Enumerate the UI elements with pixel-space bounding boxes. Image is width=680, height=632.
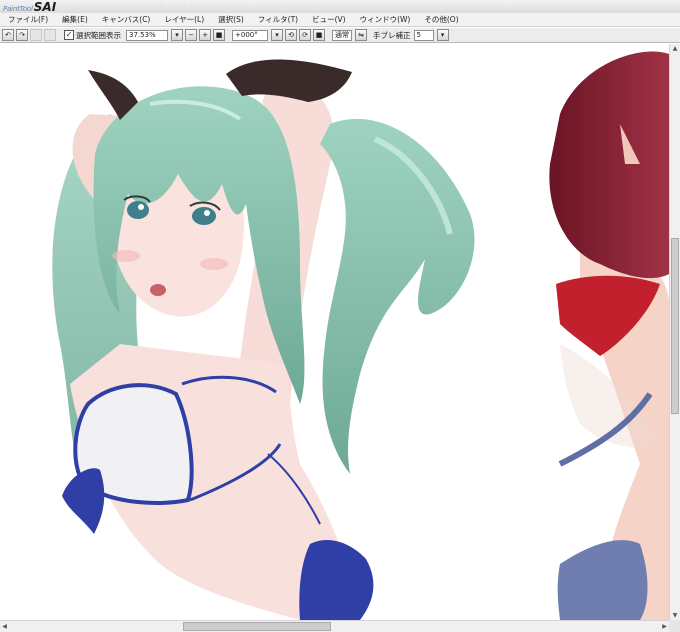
- invert-selection-button[interactable]: [44, 29, 56, 41]
- eye-right: [192, 207, 216, 225]
- rotation-reset-button[interactable]: ■: [313, 29, 325, 41]
- horizontal-scrollbar[interactable]: ◀ ▶: [0, 620, 669, 632]
- drawing-canvas[interactable]: [0, 44, 669, 620]
- zoom-reset-button[interactable]: ■: [213, 29, 225, 41]
- flip-button[interactable]: ⇋: [355, 29, 367, 41]
- square-icon: ■: [315, 31, 323, 39]
- menu-other[interactable]: その他(O): [417, 13, 465, 26]
- undo-button[interactable]: ↶: [2, 29, 14, 41]
- menu-view[interactable]: ビュー(V): [305, 13, 352, 26]
- rotate-right-button[interactable]: ⟳: [299, 29, 311, 41]
- vertical-scroll-thumb[interactable]: [671, 238, 679, 414]
- plus-icon: +: [202, 31, 208, 39]
- check-icon: ✓: [65, 30, 73, 39]
- horizontal-scroll-thumb[interactable]: [183, 622, 331, 631]
- menu-select[interactable]: 選択(S): [211, 13, 251, 26]
- app-logo: PaintTool SAI: [3, 1, 56, 13]
- minus-icon: −: [188, 31, 194, 39]
- scroll-up-icon[interactable]: ▲: [671, 44, 679, 53]
- rotation-field[interactable]: +000°: [232, 29, 268, 41]
- rotate-left-icon: ⟲: [288, 31, 294, 39]
- menu-window[interactable]: ウィンドウ(W): [353, 13, 418, 26]
- scroll-left-icon[interactable]: ◀: [0, 622, 9, 631]
- menu-filter[interactable]: フィルタ(T): [251, 13, 305, 26]
- rotation-dropdown[interactable]: ▾: [271, 29, 283, 41]
- stabilizer-label: 手ブレ補正: [373, 30, 411, 40]
- rotate-right-icon: ⟳: [302, 31, 308, 39]
- stabilizer-dropdown[interactable]: ▾: [436, 29, 449, 41]
- vertical-scrollbar[interactable]: ▲ ▼: [669, 44, 680, 620]
- zoom-field[interactable]: 37.53%: [126, 29, 168, 41]
- selection-display-label: 選択範囲表示: [76, 30, 121, 40]
- chevron-down-icon: ▾: [175, 31, 179, 39]
- bikini-tie: [62, 468, 105, 534]
- title-bar: PaintTool SAI C:\Users\shinon\Desktop\夏こ…: [0, 0, 680, 13]
- right-character-hair: [549, 51, 669, 279]
- document-path: C:\Users\shinon\Desktop\夏こさ\水着.sai: [70, 2, 208, 11]
- redo-button[interactable]: ↷: [16, 29, 28, 41]
- menu-bar: ファイル(F) 編集(E) キャンバス(C) レイヤー(L) 選択(S) フィル…: [0, 13, 680, 27]
- stabilizer-field[interactable]: 5: [413, 29, 434, 41]
- app-logo-small: PaintTool: [3, 4, 33, 13]
- chevron-down-icon: ▾: [440, 31, 445, 39]
- rotate-left-button[interactable]: ⟲: [285, 29, 297, 41]
- menu-layer[interactable]: レイヤー(L): [157, 13, 211, 26]
- menu-file[interactable]: ファイル(F): [0, 13, 55, 26]
- chevron-down-icon: ▾: [275, 31, 279, 39]
- app-logo-big: SAI: [33, 0, 57, 13]
- blend-mode-field[interactable]: 通常: [332, 29, 352, 41]
- mouth: [150, 284, 166, 296]
- scroll-down-icon[interactable]: ▼: [671, 611, 679, 620]
- undo-icon: ↶: [5, 31, 11, 39]
- square-icon: ■: [215, 31, 223, 39]
- redo-icon: ↷: [19, 31, 25, 39]
- eye-left: [127, 201, 149, 219]
- selection-display-checkbox[interactable]: ✓: [64, 30, 74, 40]
- deselect-button[interactable]: [30, 29, 42, 41]
- menu-edit[interactable]: 編集(E): [55, 13, 95, 26]
- artwork: [52, 51, 669, 620]
- ponytail: [320, 118, 475, 475]
- scroll-right-icon[interactable]: ▶: [660, 622, 669, 631]
- zoom-dropdown[interactable]: ▾: [171, 29, 183, 41]
- zoom-out-button[interactable]: −: [185, 29, 197, 41]
- zoom-in-button[interactable]: +: [199, 29, 211, 41]
- scrollbar-corner: [669, 620, 680, 632]
- flip-icon: ⇋: [358, 31, 364, 39]
- menu-canvas[interactable]: キャンバス(C): [95, 13, 158, 26]
- bikini-bottom: [299, 539, 374, 620]
- tool-bar: ↶ ↷ ✓ 選択範囲表示 37.53% ▾ − + ■ +000° ▾ ⟲ ⟳ …: [0, 28, 680, 43]
